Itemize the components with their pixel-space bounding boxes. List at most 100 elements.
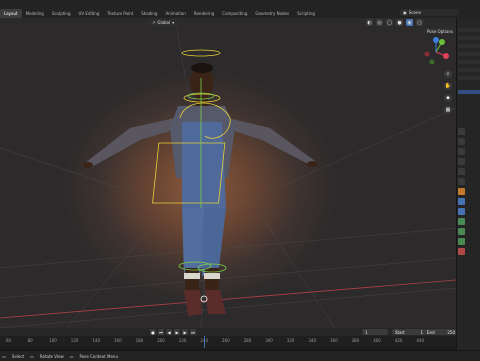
workspace-tab-geometry-nodes[interactable]: Geometry Nodes (251, 9, 293, 18)
scene-selector[interactable]: ▣ Scene (400, 9, 459, 16)
top-bar: Layout Modeling Sculpting UV Editing Texture… (0, 0, 480, 19)
playhead[interactable] (204, 336, 205, 348)
material-tab-icon[interactable] (458, 248, 465, 255)
current-frame-value: 1 (365, 329, 368, 335)
outliner-row[interactable] (458, 52, 480, 56)
outliner-row-selected[interactable] (458, 90, 480, 94)
particles-tab-icon[interactable] (458, 208, 465, 215)
workspace-tab-shading[interactable]: Shading (137, 9, 161, 18)
jump-end-icon[interactable]: ⏭ (190, 329, 196, 335)
tool-tab-icon[interactable] (458, 128, 465, 135)
workspace-tab-compositing[interactable]: Compositing (218, 9, 251, 18)
workspace-tab-rendering[interactable]: Rendering (190, 9, 218, 18)
ruler-tick-label: 120 (70, 338, 79, 343)
rendered-shading-icon[interactable]: ○ (416, 19, 423, 26)
mouse-left-icon: ▭ (2, 353, 6, 359)
scene-label: Scene (408, 10, 421, 15)
orientation-dropdown[interactable]: ↗ Global ▾ (148, 19, 179, 26)
outliner-row[interactable] (458, 28, 480, 32)
workspace-tabs: Layout Modeling Sculpting UV Editing Texture… (0, 9, 319, 18)
orientation-icon: ↗ (152, 20, 156, 25)
overlays-icon[interactable]: ◎ (376, 19, 383, 26)
status-bar: ▭ Select ▭ Rotate View ▭ Pose Context Me… (0, 350, 480, 361)
chevron-down-icon: ▾ (172, 20, 175, 25)
ruler-tick-label: 220 (178, 338, 187, 343)
render-tab-icon[interactable] (458, 138, 465, 145)
status-right-label: Pose Context Menu (79, 353, 119, 359)
viewport-shading-tools: ◐ ◎ ▢ ● ◉ ○ (366, 19, 423, 26)
status-middle-label: Rotate View (39, 353, 64, 359)
scene-icon: ▣ (403, 10, 407, 15)
ruler-tick-label: 440 (416, 338, 425, 343)
current-frame-field[interactable]: 1 (362, 329, 388, 335)
scene-tab-icon[interactable] (458, 168, 465, 175)
play-icon[interactable]: ▶ (174, 329, 180, 335)
record-icon[interactable]: ● (150, 329, 156, 335)
gizmo-z-axis[interactable] (433, 37, 439, 43)
physics-tab-icon[interactable] (458, 218, 465, 225)
gizmo-y-axis[interactable] (439, 39, 445, 45)
pose-options-label: Pose Options (427, 28, 453, 34)
outliner-row[interactable] (458, 76, 480, 80)
ruler-tick-label: 160 (114, 338, 122, 343)
gizmo-x-axis[interactable] (443, 53, 449, 59)
status-left-label: Select (11, 353, 25, 359)
object-data-tab-icon[interactable] (458, 238, 465, 245)
gizmo-neg-y-axis[interactable] (429, 59, 435, 65)
modifier-tab-icon[interactable] (458, 198, 465, 205)
outliner-row[interactable] (458, 36, 480, 40)
outliner-row[interactable] (458, 68, 480, 72)
ruler-tick-label: 300 (265, 338, 273, 343)
gizmo-neg-x-axis[interactable] (424, 51, 430, 57)
ruler-tick-label: 200 (157, 338, 165, 343)
end-label: End (427, 329, 435, 335)
mouse-middle-icon: ▭ (30, 353, 34, 359)
timeline-ruler[interactable]: 6080100120140160180200220240260280300320… (0, 336, 456, 346)
ruler-tick-label: 80 (27, 338, 33, 343)
ruler-tick-label: 400 (373, 338, 381, 343)
viewport-header: ↗ Global ▾ ◐ ◎ ▢ ● ◉ ○ (0, 18, 456, 28)
ruler-tick-label: 140 (92, 338, 101, 343)
workspace-tab-texture-paint[interactable]: Texture Paint (103, 9, 137, 18)
material-preview-icon[interactable]: ◉ (406, 19, 413, 26)
view-object-types-icon[interactable]: ◐ (366, 19, 373, 26)
view-layer-tab-icon[interactable] (458, 158, 465, 165)
pose-options-button[interactable]: Pose Options (424, 28, 456, 34)
start-frame-field[interactable]: Start 1 (392, 329, 426, 335)
zoom-icon[interactable]: ⌕ (444, 70, 452, 78)
ruler-tick-label: 340 (308, 338, 317, 343)
output-tab-icon[interactable] (458, 148, 465, 155)
workspace-tab-modeling[interactable]: Modeling (22, 9, 48, 18)
playback-controls: ● ⏮ ◀ ▶ ▶ ⏭ (150, 329, 196, 335)
constraints-tab-icon[interactable] (458, 228, 465, 235)
3d-viewport[interactable]: ↗ Global ▾ ◐ ◎ ▢ ● ◉ ○ Pose Options ⌕ ✋ … (0, 18, 456, 336)
properties-tabs (458, 128, 465, 255)
outliner-row[interactable] (458, 60, 480, 64)
navigation-gizmo[interactable] (420, 36, 452, 68)
end-frame-field[interactable]: End 250 (424, 329, 456, 335)
workspace-tab-animation[interactable]: Animation (161, 9, 189, 18)
pan-hand-icon[interactable]: ✋ (444, 82, 452, 90)
ruler-tick-label: 60 (6, 338, 12, 343)
workspace-tab-layout[interactable]: Layout (0, 9, 22, 18)
world-tab-icon[interactable] (458, 178, 465, 185)
ruler-tick-label: 420 (394, 338, 403, 343)
workspace-tab-scripting[interactable]: Scripting (293, 9, 319, 18)
ruler-tick-label: 260 (222, 338, 230, 343)
ruler-tick-label: 360 (330, 338, 338, 343)
step-forward-icon[interactable]: ▶ (182, 329, 188, 335)
character-model (83, 63, 317, 316)
jump-start-icon[interactable]: ⏮ (158, 329, 164, 335)
outliner-row[interactable] (458, 44, 480, 48)
workspace-tab-sculpting[interactable]: Sculpting (48, 9, 75, 18)
perspective-grid-icon[interactable]: ▦ (444, 106, 452, 114)
scene-render (0, 18, 456, 336)
xray-icon[interactable]: ▢ (386, 19, 393, 26)
solid-shading-icon[interactable]: ● (396, 19, 403, 26)
workspace-tab-uv-editing[interactable]: UV Editing (75, 9, 104, 18)
timeline-controls: ● ⏮ ◀ ▶ ▶ ⏭ 1 Start 1 End 250 (0, 328, 456, 336)
start-label: Start (395, 329, 405, 335)
step-back-icon[interactable]: ◀ (166, 329, 172, 335)
camera-icon[interactable]: ▪ (444, 94, 452, 102)
object-tab-icon[interactable] (458, 188, 465, 195)
